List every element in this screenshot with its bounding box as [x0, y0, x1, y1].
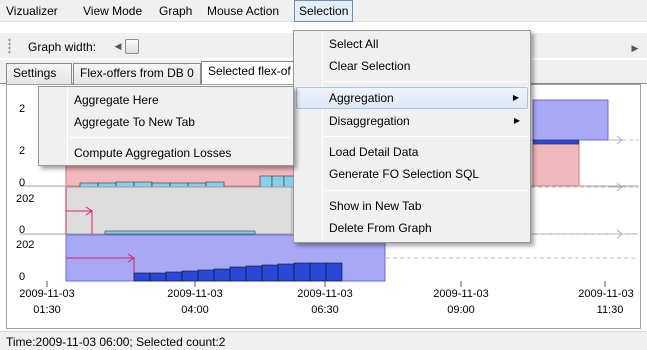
flex-offer-area-gray[interactable]	[65, 186, 293, 235]
profile-bar	[165, 271, 183, 282]
guide-arrow-icon	[612, 229, 623, 239]
profile-bar	[187, 182, 207, 188]
menu-delete-from-graph[interactable]: Delete From Graph	[296, 217, 528, 239]
status-text: Time:2009-11-03 06:00; Selected count:2	[6, 335, 226, 349]
x-tick-date: 2009-11-03	[433, 288, 488, 300]
flex-offer-area-pink[interactable]	[532, 143, 580, 187]
profile-bar	[277, 263, 295, 282]
menu-aggregate-new-tab[interactable]: Aggregate To New Tab	[41, 111, 291, 133]
guide-arrow-icon	[612, 135, 623, 145]
x-tick-time: 11:30	[597, 304, 624, 316]
profile-bar	[169, 182, 189, 188]
profile-bar	[149, 272, 167, 282]
submenu-arrow-icon: ▶	[512, 93, 519, 102]
profile-bar	[151, 182, 171, 188]
profile-bar	[97, 182, 117, 188]
menu-aggregate-here[interactable]: Aggregate Here	[41, 89, 291, 111]
menu-select-all[interactable]: Select All	[296, 33, 528, 55]
profile-bar	[133, 181, 153, 188]
y-label: 2	[19, 103, 25, 115]
y-label: 0	[19, 271, 25, 283]
profile-bar	[79, 182, 99, 188]
menu-separator	[324, 190, 528, 191]
y-label: 0	[19, 224, 25, 236]
profile-bar	[261, 264, 279, 282]
menu-separator	[69, 137, 291, 138]
profile-bar	[205, 181, 225, 188]
menu-disaggregation[interactable]: Disaggregation ▶	[296, 110, 528, 132]
x-tick-time: 09:00	[447, 304, 475, 316]
status-bar: Time:2009-11-03 06:00; Selected count:2	[0, 331, 647, 350]
x-tick-date: 2009-11-03	[578, 288, 633, 300]
profile-bar	[229, 266, 247, 282]
profile-bar	[213, 268, 231, 282]
x-tick-date: 2009-11-03	[19, 288, 74, 300]
y-label: 202	[16, 193, 34, 205]
x-axis: 2009-11-03 01:30 2009-11-03 04:00 2009-1…	[19, 281, 634, 316]
profile-bar	[104, 230, 256, 235]
x-tick-time: 06:30	[311, 304, 339, 316]
profile-bar	[293, 262, 311, 282]
menu-disaggregation-label: Disaggregation	[329, 114, 410, 128]
x-tick-time: 01:30	[33, 304, 61, 316]
guide-arrow-icon	[612, 182, 623, 192]
profile-bar	[271, 175, 285, 188]
menu-separator	[324, 81, 528, 82]
profile-bar	[325, 262, 343, 282]
menu-compute-aggregation-losses[interactable]: Compute Aggregation Losses	[41, 142, 291, 164]
y-label: 0	[19, 177, 25, 189]
y-label: 202	[16, 239, 34, 251]
profile-bar	[115, 181, 135, 188]
profile-bar	[197, 269, 215, 282]
menu-aggregation[interactable]: Aggregation ▶	[296, 87, 528, 109]
x-tick-date: 2009-11-03	[167, 288, 222, 300]
profile-bar	[181, 270, 199, 282]
profile-bar	[532, 139, 580, 145]
menu-aggregation-label: Aggregation	[329, 91, 394, 105]
menu-generate-fo-sql[interactable]: Generate FO Selection SQL	[296, 163, 528, 185]
menu-clear-selection[interactable]: Clear Selection	[296, 55, 528, 77]
profile-bar	[309, 262, 327, 282]
profile-bar	[133, 272, 151, 282]
profile-bar	[245, 265, 263, 282]
x-tick-date: 2009-11-03	[297, 288, 352, 300]
aggregation-submenu: Aggregate Here Aggregate To New Tab Comp…	[38, 86, 294, 166]
y-label: 2	[19, 145, 25, 157]
submenu-arrow-icon: ▶	[513, 116, 520, 125]
menu-show-in-new-tab[interactable]: Show in New Tab	[296, 195, 528, 217]
profile-bar	[259, 175, 273, 188]
menu-load-detail-data[interactable]: Load Detail Data	[296, 141, 528, 163]
menu-separator	[324, 136, 528, 137]
x-tick-time: 04:00	[181, 304, 209, 316]
flex-offer-area-blue[interactable]	[532, 99, 609, 141]
selection-menu: Select All Clear Selection Aggregation ▶…	[293, 30, 531, 243]
